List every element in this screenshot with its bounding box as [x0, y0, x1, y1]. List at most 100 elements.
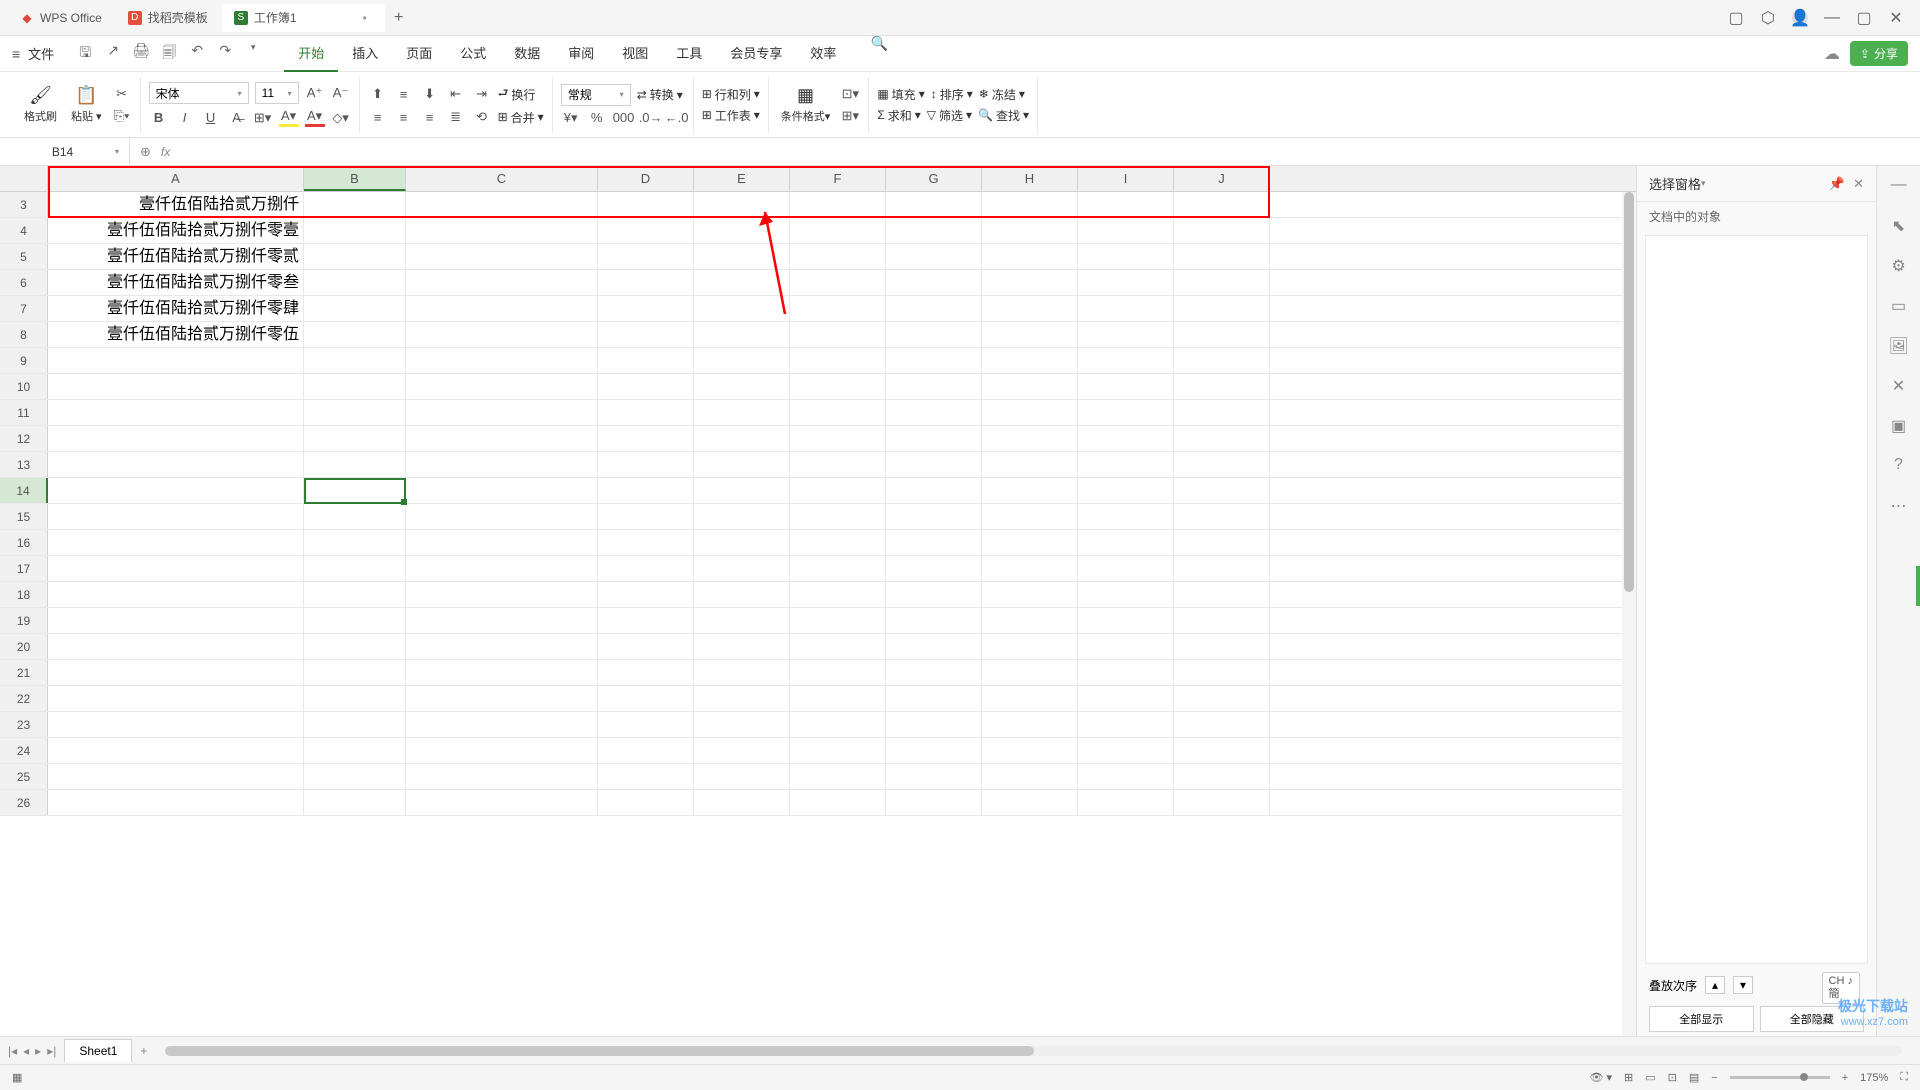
- tools-icon[interactable]: ✕: [1889, 376, 1909, 396]
- align-middle-icon[interactable]: ≡: [394, 87, 414, 102]
- cell[interactable]: [1174, 608, 1270, 633]
- decrease-font-icon[interactable]: A⁻: [331, 85, 351, 101]
- increase-font-icon[interactable]: A⁺: [305, 85, 325, 101]
- cell[interactable]: [982, 556, 1078, 581]
- cell[interactable]: [1174, 426, 1270, 451]
- cell[interactable]: [1174, 556, 1270, 581]
- cube-icon[interactable]: ⬡: [1760, 10, 1776, 26]
- cell[interactable]: [304, 452, 406, 477]
- cell[interactable]: [406, 660, 598, 685]
- cell[interactable]: [982, 764, 1078, 789]
- cell[interactable]: [886, 426, 982, 451]
- tab-view[interactable]: 视图: [608, 35, 662, 72]
- cell[interactable]: [598, 244, 694, 269]
- cell[interactable]: [982, 270, 1078, 295]
- cell[interactable]: 壹仟伍佰陆拾贰万捌仟零伍: [48, 322, 304, 347]
- convert-button[interactable]: ⇄ 转换 ▾: [637, 86, 683, 103]
- cell[interactable]: [982, 530, 1078, 555]
- file-menu[interactable]: 文件: [28, 44, 54, 63]
- cell[interactable]: [790, 556, 886, 581]
- cell[interactable]: [1078, 452, 1174, 477]
- cell[interactable]: [1174, 660, 1270, 685]
- cell-style-icon[interactable]: ⊡▾: [840, 86, 860, 102]
- close-button[interactable]: ✕: [1888, 10, 1904, 26]
- zoom-in-button[interactable]: +: [1842, 1072, 1848, 1084]
- cell[interactable]: [694, 348, 790, 373]
- cell[interactable]: [304, 504, 406, 529]
- cell[interactable]: [304, 192, 406, 217]
- layout-icon[interactable]: ▢: [1728, 10, 1744, 26]
- cell[interactable]: [982, 608, 1078, 633]
- hide-all-button[interactable]: 全部隐藏: [1760, 1006, 1865, 1032]
- cell[interactable]: [790, 374, 886, 399]
- cell[interactable]: [886, 478, 982, 503]
- cell[interactable]: [1174, 452, 1270, 477]
- cell[interactable]: [1078, 504, 1174, 529]
- cell[interactable]: [1174, 530, 1270, 555]
- comma-icon[interactable]: 000: [613, 110, 633, 125]
- cell[interactable]: [304, 400, 406, 425]
- sheet-nav-next-icon[interactable]: ▸: [35, 1044, 41, 1058]
- cell[interactable]: [1174, 582, 1270, 607]
- freeze-button[interactable]: ❄ 冻结 ▾: [979, 86, 1025, 103]
- status-mode-icon[interactable]: ▦: [12, 1071, 22, 1084]
- indent-increase-icon[interactable]: ⇥: [472, 86, 492, 102]
- cell[interactable]: [1078, 660, 1174, 685]
- view-normal-icon[interactable]: ⊞: [1624, 1071, 1633, 1084]
- row-header[interactable]: 4: [0, 218, 48, 243]
- cell[interactable]: [406, 608, 598, 633]
- horizontal-scrollbar-thumb[interactable]: [165, 1046, 1033, 1056]
- tab-efficiency[interactable]: 效率: [796, 35, 850, 72]
- cell[interactable]: [406, 634, 598, 659]
- zoom-slider[interactable]: [1730, 1076, 1830, 1079]
- cell[interactable]: [1174, 348, 1270, 373]
- column-header[interactable]: C: [406, 166, 598, 191]
- cell[interactable]: [1174, 738, 1270, 763]
- layers-icon[interactable]: ▭: [1889, 296, 1909, 316]
- maximize-button[interactable]: ▢: [1856, 10, 1872, 26]
- cell[interactable]: [406, 582, 598, 607]
- cell[interactable]: [48, 348, 304, 373]
- view-eye-icon[interactable]: 👁 ▾: [1589, 1071, 1612, 1084]
- strikethrough-button[interactable]: A̶: [227, 110, 247, 125]
- cell[interactable]: [1078, 374, 1174, 399]
- dropdown-icon[interactable]: ▾: [244, 42, 262, 66]
- cell[interactable]: [1174, 192, 1270, 217]
- cell[interactable]: [48, 738, 304, 763]
- show-all-button[interactable]: 全部显示: [1649, 1006, 1754, 1032]
- column-header[interactable]: B: [304, 166, 406, 191]
- cell[interactable]: [1174, 504, 1270, 529]
- cell[interactable]: [790, 426, 886, 451]
- cell[interactable]: [1174, 790, 1270, 815]
- cell[interactable]: [790, 192, 886, 217]
- cell[interactable]: [790, 348, 886, 373]
- cell[interactable]: [1174, 478, 1270, 503]
- more-icon[interactable]: ⋯: [1889, 496, 1909, 516]
- cell[interactable]: [694, 504, 790, 529]
- cell[interactable]: [598, 764, 694, 789]
- cell[interactable]: [790, 712, 886, 737]
- cell[interactable]: [406, 452, 598, 477]
- cell[interactable]: [790, 660, 886, 685]
- column-header[interactable]: E: [694, 166, 790, 191]
- cell[interactable]: [406, 530, 598, 555]
- cell[interactable]: [1174, 400, 1270, 425]
- cell[interactable]: [598, 660, 694, 685]
- cell[interactable]: [598, 634, 694, 659]
- cell[interactable]: [48, 790, 304, 815]
- table-style-icon[interactable]: ⊞▾: [840, 108, 860, 124]
- cell[interactable]: [598, 374, 694, 399]
- cell[interactable]: [406, 218, 598, 243]
- cloud-icon[interactable]: ☁: [1824, 44, 1840, 64]
- cell[interactable]: [598, 556, 694, 581]
- cell[interactable]: [1174, 712, 1270, 737]
- underline-button[interactable]: U: [201, 110, 221, 125]
- row-header[interactable]: 5: [0, 244, 48, 269]
- align-left-icon[interactable]: ≡: [368, 110, 388, 125]
- cell[interactable]: [694, 582, 790, 607]
- cell[interactable]: [48, 634, 304, 659]
- decrease-decimal-icon[interactable]: ←.0: [665, 110, 685, 125]
- cell[interactable]: [304, 634, 406, 659]
- cell[interactable]: [982, 660, 1078, 685]
- wrap-button[interactable]: ⮐ 换行: [498, 84, 536, 105]
